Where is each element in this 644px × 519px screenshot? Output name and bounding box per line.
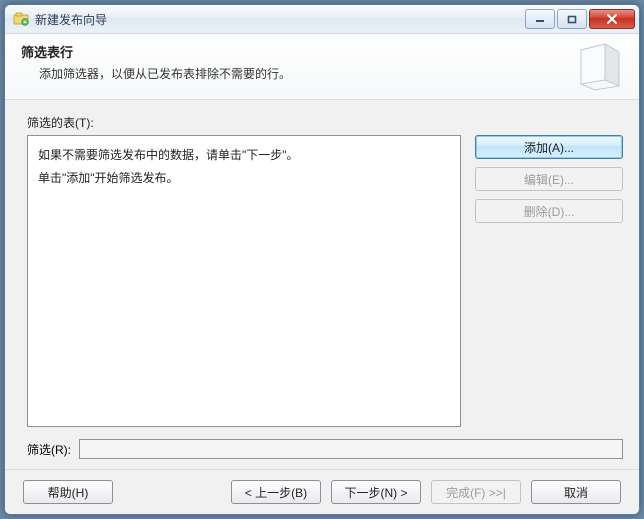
filtered-tables-list[interactable]: 如果不需要筛选发布中的数据，请单击"下一步"。 单击"添加"开始筛选发布。	[27, 135, 461, 427]
add-button[interactable]: 添加(A)...	[475, 135, 623, 159]
filter-label: 筛选(R):	[27, 441, 71, 458]
wizard-header: 筛选表行 添加筛选器，以便从已发布表排除不需要的行。	[5, 34, 639, 100]
wizard-window: 新建发布向导 筛选表行 添加筛选器，以便从已发布表排除不需要的行。 筛选的表(T…	[4, 4, 640, 515]
app-icon	[13, 11, 29, 27]
list-hint-line: 单击"添加"开始筛选发布。	[38, 167, 450, 190]
next-button[interactable]: 下一步(N) >	[331, 480, 421, 504]
maximize-button[interactable]	[557, 9, 587, 29]
wizard-footer: 帮助(H) < 上一步(B) 下一步(N) > 完成(F) >>| 取消	[5, 469, 639, 514]
wizard-step-title: 筛选表行	[21, 42, 623, 61]
close-button[interactable]	[589, 9, 635, 29]
header-illustration-icon	[573, 40, 625, 92]
filtered-tables-label: 筛选的表(T):	[27, 114, 623, 131]
filter-row: 筛选(R):	[27, 439, 623, 459]
cancel-button[interactable]: 取消	[531, 480, 621, 504]
help-button[interactable]: 帮助(H)	[23, 480, 113, 504]
filter-input	[79, 439, 623, 459]
list-hint-line: 如果不需要筛选发布中的数据，请单击"下一步"。	[38, 144, 450, 167]
window-title: 新建发布向导	[35, 11, 525, 28]
titlebar: 新建发布向导	[5, 5, 639, 34]
back-button[interactable]: < 上一步(B)	[231, 480, 321, 504]
edit-button: 编辑(E)...	[475, 167, 623, 191]
window-buttons	[525, 9, 635, 29]
wizard-body: 筛选的表(T): 如果不需要筛选发布中的数据，请单击"下一步"。 单击"添加"开…	[5, 100, 639, 469]
content-row: 如果不需要筛选发布中的数据，请单击"下一步"。 单击"添加"开始筛选发布。 添加…	[27, 135, 623, 427]
finish-button: 完成(F) >>|	[431, 480, 521, 504]
minimize-button[interactable]	[525, 9, 555, 29]
wizard-step-subtitle: 添加筛选器，以便从已发布表排除不需要的行。	[39, 65, 623, 82]
delete-button: 删除(D)...	[475, 199, 623, 223]
side-buttons: 添加(A)... 编辑(E)... 删除(D)...	[475, 135, 623, 427]
